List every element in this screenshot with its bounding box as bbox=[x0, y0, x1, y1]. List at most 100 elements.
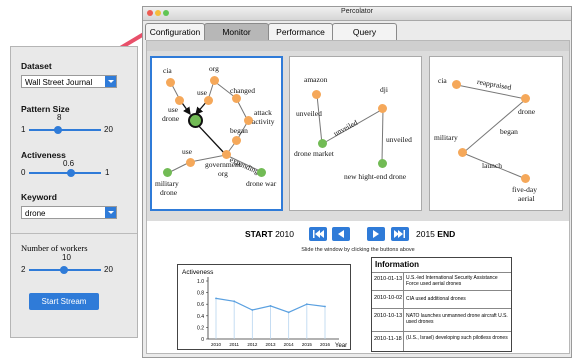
table-row: 2010-10-13 NATO launches unmanned drone … bbox=[372, 308, 511, 332]
activeness-slider[interactable] bbox=[29, 172, 101, 174]
graph-3-label-drone: drone bbox=[518, 107, 536, 116]
row-description: CIA used additional drones bbox=[406, 296, 466, 302]
graph-1-label-attack: attack bbox=[254, 108, 272, 117]
pattern-size-slider[interactable] bbox=[29, 129, 101, 131]
graph-3-node[interactable] bbox=[521, 94, 530, 103]
graph-2-label-dji: dji bbox=[380, 85, 388, 94]
graph-1-node[interactable] bbox=[232, 94, 241, 103]
tab-performance[interactable]: Performance bbox=[268, 23, 333, 40]
activeness-max: 1 bbox=[105, 168, 110, 177]
pattern-graph-3[interactable]: cia reappraised drone began military lau… bbox=[429, 56, 563, 211]
pattern-size-max: 20 bbox=[104, 125, 113, 134]
graph-1-node[interactable] bbox=[175, 96, 184, 105]
graph-2-node[interactable] bbox=[318, 139, 327, 148]
keyword-label: Keyword bbox=[21, 192, 57, 202]
pattern-size-handle[interactable] bbox=[54, 126, 62, 134]
row-date: 2010-11-18 bbox=[374, 336, 402, 342]
graph-1-label-drone-war: drone war bbox=[246, 179, 277, 188]
graph-3-node[interactable] bbox=[521, 174, 530, 183]
end-year: 2015 bbox=[416, 229, 435, 239]
graph-1-node[interactable] bbox=[204, 96, 213, 105]
dataset-label: Dataset bbox=[21, 61, 52, 71]
graph-1-node[interactable] bbox=[232, 136, 241, 145]
graph-3-node[interactable] bbox=[452, 80, 461, 89]
y-tick-label: 0.2 bbox=[197, 325, 204, 331]
graph-1-label-drone: drone bbox=[162, 114, 180, 123]
y-tick-label: 0.4 bbox=[197, 314, 204, 320]
graph-1-label-use: use bbox=[197, 88, 207, 97]
graph-1-node[interactable] bbox=[257, 168, 266, 177]
graph-2-label-new-drone: new hight-end drone bbox=[344, 172, 407, 181]
x-tick-label: 2013 bbox=[265, 342, 276, 347]
activeness-chart-svg: Activeness 0 0.2 0.4 0.6 0.8 1.0 2010 2011 2012 20… bbox=[182, 269, 347, 349]
graph-3-node[interactable] bbox=[458, 148, 467, 157]
chart-title: Activeness bbox=[182, 269, 214, 276]
y-tick-label: 0 bbox=[201, 337, 204, 343]
step-back-button[interactable] bbox=[332, 227, 350, 241]
start-indicator: START 2010 bbox=[245, 229, 294, 239]
graph-1-label-drone: drone bbox=[160, 188, 178, 197]
graph-2-node[interactable] bbox=[378, 159, 387, 168]
tab-monitor[interactable]: Monitor bbox=[204, 23, 269, 40]
graph-1-label-org: org bbox=[218, 169, 228, 178]
activeness-handle[interactable] bbox=[67, 169, 75, 177]
information-table: Information 2010-01-13 U.S.-led Internat… bbox=[371, 257, 512, 352]
workers-value: 10 bbox=[62, 253, 71, 262]
row-description: NATO launches unmanned drone aircraft U.… bbox=[406, 313, 508, 325]
x-axis-label: Year bbox=[335, 343, 347, 349]
tab-query[interactable]: Query bbox=[332, 23, 397, 40]
graph-1-node[interactable] bbox=[186, 158, 195, 167]
graph-1-label-use: use bbox=[182, 147, 192, 156]
graph-1-node[interactable] bbox=[163, 168, 172, 177]
workers-min: 2 bbox=[21, 265, 26, 274]
table-row: 2010-10-02 CIA used additional drones bbox=[372, 290, 511, 309]
data-point bbox=[287, 311, 290, 314]
tab-configuration[interactable]: Configuration bbox=[145, 23, 205, 40]
skip-forward-button[interactable] bbox=[391, 227, 409, 241]
graph-1-label-use: use bbox=[168, 105, 178, 114]
step-back-icon bbox=[338, 230, 344, 238]
pattern-graph-1[interactable]: cia org use use changed attack activity … bbox=[150, 56, 283, 211]
start-stream-button[interactable]: Start Stream bbox=[29, 293, 99, 310]
end-label: END bbox=[437, 229, 456, 239]
y-tick-label: 0.6 bbox=[197, 302, 204, 308]
pattern-size-value: 8 bbox=[57, 113, 62, 122]
workers-handle[interactable] bbox=[60, 266, 68, 274]
data-point bbox=[233, 300, 236, 303]
dataset-select[interactable]: Wall Street Journal bbox=[21, 75, 117, 88]
graph-1-label-changed: changed bbox=[230, 86, 255, 95]
row-description: U.S.-led International Security Assistan… bbox=[406, 275, 498, 287]
row-date: 2010-01-13 bbox=[374, 276, 403, 282]
graph-1-label-org: org bbox=[209, 64, 219, 73]
config-sidebar: Dataset Wall Street Journal Pattern Size… bbox=[10, 46, 138, 338]
data-point bbox=[269, 305, 272, 307]
graph-2-label-drone-market: drone market bbox=[294, 149, 334, 158]
keyword-select[interactable]: drone bbox=[21, 206, 117, 219]
step-forward-button[interactable] bbox=[367, 227, 385, 241]
graph-2-label-unveiled: unveiled bbox=[386, 135, 412, 144]
graph-3-label-aerial: aerial bbox=[518, 194, 535, 203]
workers-max: 20 bbox=[104, 265, 113, 274]
pattern-graph-2[interactable]: amazon dji unveiled unveiled unveiled dr… bbox=[289, 56, 422, 211]
timeline-hint: Slide the window by clicking the buttons… bbox=[301, 247, 415, 253]
graph-2-node[interactable] bbox=[378, 104, 387, 113]
information-header: Information bbox=[375, 260, 419, 269]
y-tick-label: 1.0 bbox=[197, 279, 204, 285]
activeness-value: 0.6 bbox=[63, 159, 75, 168]
graph-1-node[interactable] bbox=[166, 78, 175, 87]
graph-3-label-launch: launch bbox=[482, 161, 502, 170]
graph-1-node[interactable] bbox=[210, 76, 219, 85]
graph-1-focus-node[interactable] bbox=[188, 113, 203, 128]
graph-2-node[interactable] bbox=[312, 90, 321, 99]
data-point bbox=[215, 297, 217, 300]
data-point bbox=[251, 309, 254, 311]
graph-1-label-began: began bbox=[230, 126, 248, 135]
skip-back-button[interactable] bbox=[309, 227, 327, 241]
chevron-down-icon[interactable] bbox=[105, 207, 116, 218]
graph-3-label-five-day: five-day bbox=[512, 185, 537, 194]
row-description: (U.S., Israel) developing such pilotless… bbox=[406, 335, 508, 341]
chevron-down-icon[interactable] bbox=[105, 76, 116, 87]
x-tick-label: 2016 bbox=[320, 342, 331, 347]
pattern-size-min: 1 bbox=[21, 125, 26, 134]
data-point bbox=[324, 305, 326, 308]
